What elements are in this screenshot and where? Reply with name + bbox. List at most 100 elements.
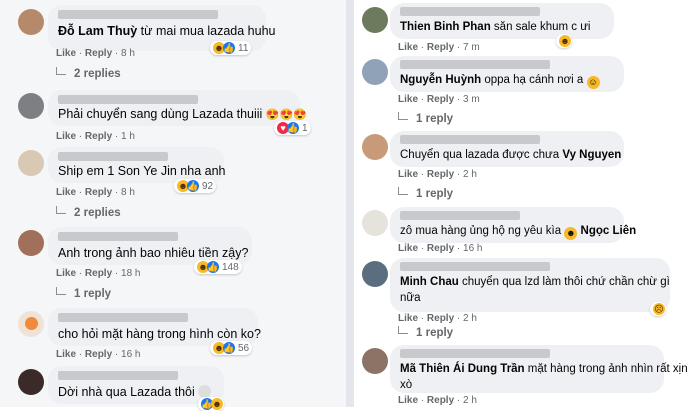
avatar[interactable] — [362, 59, 388, 85]
view-replies-link[interactable]: 1 reply — [398, 112, 453, 125]
avatar[interactable] — [18, 93, 44, 119]
comment-text: từ mai mua lazada huhu — [137, 24, 276, 38]
like-link[interactable]: Like — [56, 268, 76, 279]
reply-link[interactable]: Reply — [427, 313, 454, 324]
commenter-name[interactable]: Nguyễn Huỳnh — [400, 74, 481, 86]
redacted-name — [58, 152, 168, 161]
commenter-name[interactable]: Thien Binh Phan — [400, 21, 491, 33]
redacted-name — [400, 7, 540, 16]
avatar[interactable] — [362, 210, 388, 236]
grin-emoji: ☻ — [564, 227, 578, 240]
comment-actions: Like · Reply · 18 h — [56, 268, 141, 279]
reaction-count: 11 — [238, 42, 249, 54]
commenter-name[interactable]: Mã Thiên Ái Dung Trần — [400, 363, 525, 375]
view-replies-link[interactable]: 1 reply — [398, 187, 453, 200]
redacted-name — [400, 211, 520, 220]
commenter-name[interactable]: Đỗ Lam Thuỳ — [58, 24, 137, 38]
tagged-user[interactable]: Vy Nguyen — [562, 149, 621, 161]
reply-arrow-icon — [56, 206, 66, 214]
reply-link[interactable]: Reply — [85, 187, 112, 198]
timestamp[interactable]: 7 m — [463, 42, 480, 53]
reply-link[interactable]: Reply — [427, 94, 454, 105]
redacted-name — [400, 262, 550, 271]
reply-link[interactable]: Reply — [85, 268, 112, 279]
like-link[interactable]: Like — [398, 395, 418, 406]
like-link[interactable]: Like — [56, 131, 76, 142]
comment-actions: Like · Reply · 8 h — [56, 48, 135, 59]
timestamp[interactable]: 2 h — [463, 395, 477, 406]
avatar[interactable] — [18, 150, 44, 176]
like-link[interactable]: Like — [56, 187, 76, 198]
comment-bubble: zô mua hàng ủng hộ ng yêu kìa ☻ Ngọc Liê… — [390, 207, 636, 243]
timestamp[interactable]: 18 h — [121, 268, 140, 279]
reply-link[interactable]: Reply — [85, 349, 112, 360]
like-link[interactable]: Like — [398, 42, 418, 53]
like-link[interactable]: Like — [398, 313, 418, 324]
timestamp[interactable]: 1 h — [121, 131, 135, 142]
comment-text-continued: xò — [400, 379, 413, 391]
timestamp[interactable]: 8 h — [121, 187, 135, 198]
comment-bubble: Dời nhà qua Lazada thôi — [48, 366, 224, 404]
comment-actions: Like · Reply · 2 h — [398, 395, 477, 406]
reaction-summary[interactable]: 👍 ☻ — [198, 397, 224, 411]
comment-bubble: Ship em 1 Son Ye Jin nha anh — [48, 147, 226, 183]
comment-actions: Like · Reply · 3 m — [398, 94, 480, 105]
like-link[interactable]: Like — [56, 48, 76, 59]
reaction-summary[interactable]: ☻ 👍 11 — [210, 41, 252, 55]
timestamp[interactable]: 2 h — [463, 313, 477, 324]
reply-arrow-icon — [398, 187, 408, 195]
reaction-count: 92 — [202, 180, 214, 192]
avatar[interactable] — [18, 230, 44, 256]
like-link[interactable]: Like — [56, 349, 76, 360]
avatar[interactable] — [362, 134, 388, 160]
reaction-summary[interactable]: ☻ 👍 56 — [210, 341, 253, 355]
view-replies-link[interactable]: 1 reply — [56, 287, 111, 300]
avatar[interactable] — [362, 7, 388, 33]
comment-text: cho hỏi mặt hàng trong hình còn ko? — [58, 327, 261, 341]
reply-link[interactable]: Reply — [85, 131, 112, 142]
timestamp[interactable]: 3 m — [463, 94, 480, 105]
heart-eyes-emoji: 😍😍😍 — [265, 109, 307, 121]
comment-actions: Like · Reply · 2 h — [398, 169, 477, 180]
redacted-name — [58, 313, 188, 322]
comment-bubble: Minh Chau chuyển qua lzd làm thôi chứ ch… — [390, 258, 670, 312]
tagged-user[interactable]: Ngọc Liên — [581, 225, 637, 237]
comment-bubble: Nguyễn Huỳnh oppa hạ cánh nơi a ☺ — [390, 56, 624, 92]
comment-text: mặt hàng trong ảnh nhìn rất xịn — [524, 363, 688, 375]
reaction-summary[interactable]: ☻ 👍 92 — [174, 179, 217, 193]
view-replies-link[interactable]: 1 reply — [398, 326, 453, 339]
avatar[interactable] — [362, 261, 388, 287]
comment-text: oppa hạ cánh nơi a — [481, 74, 584, 86]
reaction-summary[interactable]: ♥ 👍 1 — [274, 121, 311, 135]
like-link[interactable]: Like — [398, 94, 418, 105]
reply-link[interactable]: Reply — [427, 42, 454, 53]
avatar[interactable] — [18, 311, 44, 337]
reply-link[interactable]: Reply — [427, 169, 454, 180]
timestamp[interactable]: 16 h — [463, 243, 482, 254]
comment-actions: Like · Reply · 7 m — [398, 42, 480, 53]
reaction-summary[interactable]: ☹ — [650, 302, 666, 316]
redacted-name — [400, 60, 550, 69]
view-replies-link[interactable]: 2 replies — [56, 206, 121, 219]
reaction-summary[interactable]: ☻ — [556, 34, 572, 48]
reply-link[interactable]: Reply — [85, 48, 112, 59]
reaction-summary[interactable]: ☻ 👍 148 — [194, 260, 242, 274]
like-link[interactable]: Like — [398, 243, 418, 254]
view-replies-link[interactable]: 2 replies — [56, 67, 121, 80]
like-link[interactable]: Like — [398, 169, 418, 180]
avatar[interactable] — [18, 9, 44, 35]
comment-text: săn sale khum c ưi — [490, 21, 591, 33]
timestamp[interactable]: 2 h — [463, 169, 477, 180]
comment-text: Ship em 1 Son Ye Jin nha anh — [58, 164, 226, 178]
redacted-name — [400, 135, 540, 144]
timestamp[interactable]: 16 h — [121, 349, 140, 360]
reply-arrow-icon — [56, 287, 66, 295]
haha-reaction-icon: ☻ — [559, 35, 571, 47]
avatar[interactable] — [18, 369, 44, 395]
reply-link[interactable]: Reply — [427, 243, 454, 254]
reply-link[interactable]: Reply — [427, 395, 454, 406]
avatar[interactable] — [362, 348, 388, 374]
timestamp[interactable]: 8 h — [121, 48, 135, 59]
column-divider — [346, 0, 354, 407]
commenter-name[interactable]: Minh Chau — [400, 276, 459, 288]
